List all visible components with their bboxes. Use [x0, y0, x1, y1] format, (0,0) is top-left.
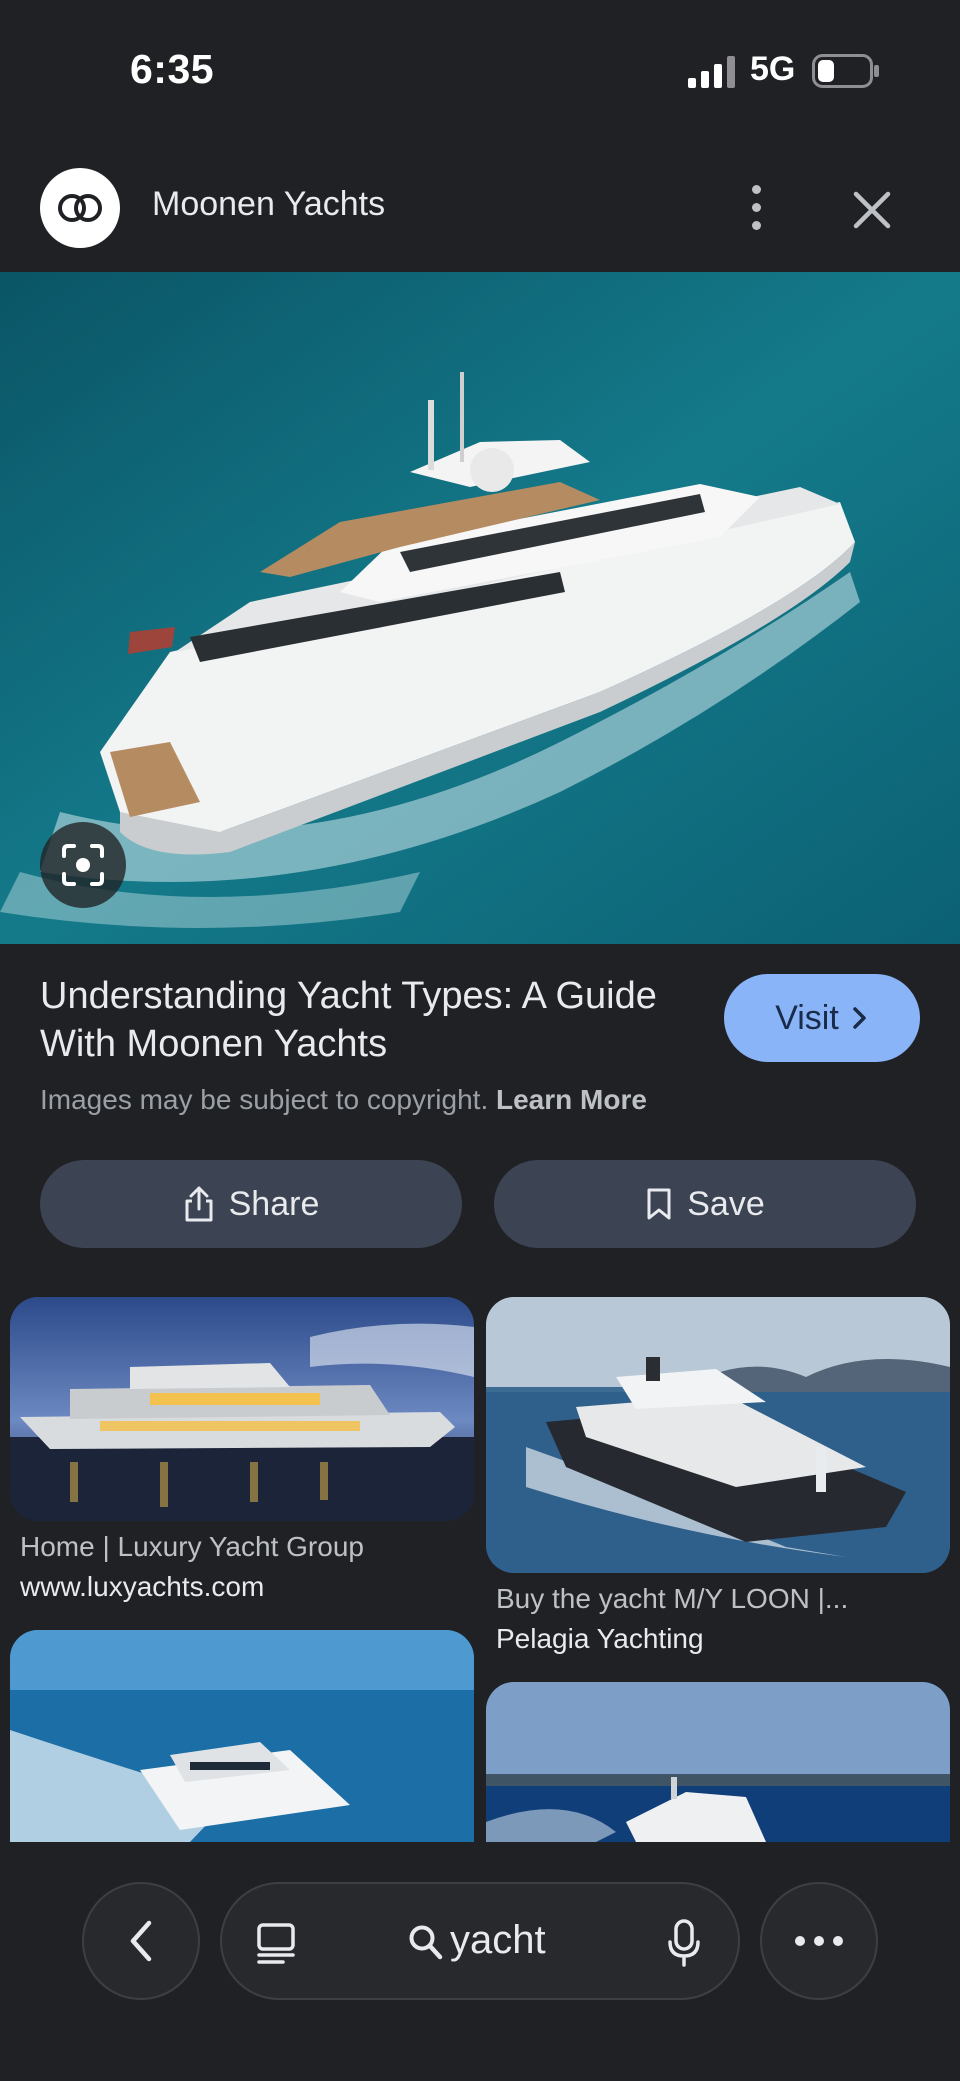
save-button[interactable]: Save	[494, 1160, 916, 1248]
status-time: 6:35	[130, 46, 215, 92]
share-label: Share	[228, 1184, 320, 1223]
hero-image[interactable]	[0, 272, 960, 944]
result-thumbnail[interactable]	[486, 1297, 950, 1573]
result-thumbnail[interactable]	[486, 1682, 950, 1842]
related-result[interactable]	[10, 1630, 474, 1852]
site-name[interactable]: Moonen Yachts	[152, 185, 385, 224]
learn-more-link[interactable]: Learn More	[496, 1084, 647, 1115]
copyright-text: Images may be subject to copyright.	[40, 1084, 489, 1115]
result-thumbnail[interactable]	[10, 1297, 474, 1521]
status-bar: 6:35 5G	[0, 0, 960, 140]
close-icon[interactable]	[848, 186, 896, 234]
related-result[interactable]: Home | Luxury Yacht Group www.luxyachts.…	[10, 1297, 474, 1603]
result-source: www.luxyachts.com	[20, 1571, 265, 1602]
mic-icon[interactable]	[666, 1918, 702, 1968]
chevron-right-icon	[853, 1007, 866, 1029]
result-source: Pelagia Yachting	[496, 1623, 704, 1654]
bottom-navigation-bar: yacht	[0, 1842, 960, 2081]
back-icon	[130, 1920, 152, 1962]
share-icon	[185, 1186, 213, 1222]
related-result[interactable]: Buy the yacht M/Y LOON |... Pelagia Yach…	[486, 1297, 950, 1655]
more-horiz-icon[interactable]	[760, 1882, 878, 2000]
cellular-signal-icon	[688, 56, 735, 88]
visit-button[interactable]: Visit	[724, 974, 920, 1062]
search-query[interactable]: yacht	[450, 1918, 546, 1963]
related-result[interactable]	[486, 1682, 950, 1852]
result-title[interactable]: Understanding Yacht Types: A Guide With …	[40, 972, 680, 1068]
share-button[interactable]: Share	[40, 1160, 462, 1248]
result-title: Buy the yacht M/Y LOON |...	[496, 1583, 849, 1614]
network-type: 5G	[750, 50, 796, 88]
result-thumbnail[interactable]	[10, 1630, 474, 1842]
more-vert-icon[interactable]	[740, 180, 772, 234]
result-title: Home | Luxury Yacht Group	[20, 1531, 364, 1562]
back-button[interactable]	[82, 1882, 200, 2000]
search-icon	[409, 1925, 443, 1960]
search-bar[interactable]: yacht	[220, 1882, 740, 2000]
site-logo-icon[interactable]	[40, 168, 120, 248]
tabs-icon[interactable]	[256, 1922, 296, 1966]
bookmark-icon	[647, 1188, 671, 1220]
lens-search-icon[interactable]	[40, 822, 126, 908]
battery-icon	[812, 54, 879, 88]
visit-label: Visit	[775, 998, 839, 1037]
viewer-header: Moonen Yachts	[0, 140, 960, 272]
copyright-notice: Images may be subject to copyright. Lear…	[40, 1084, 647, 1116]
save-label: Save	[687, 1184, 765, 1223]
